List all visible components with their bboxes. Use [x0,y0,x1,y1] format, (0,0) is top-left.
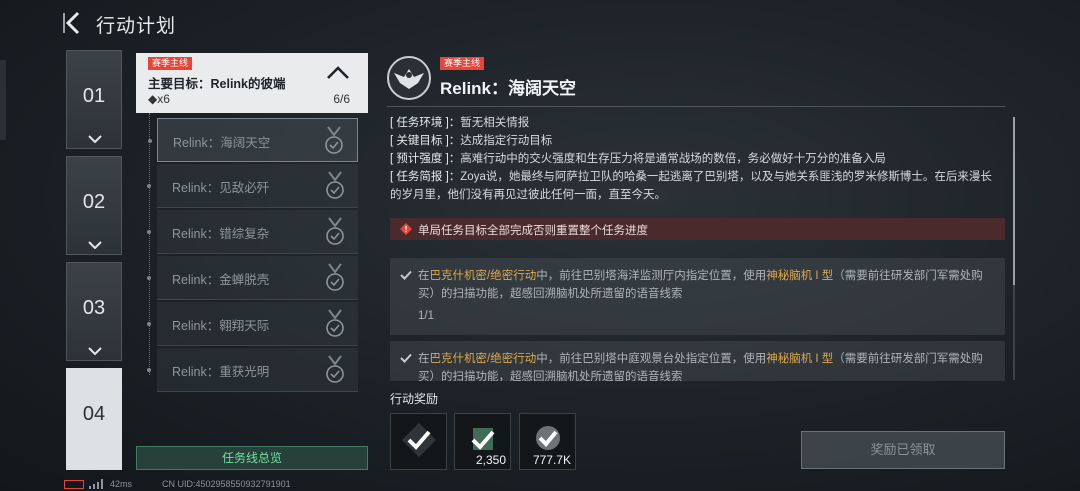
objective-highlight: 巴克什机密/绝密行动 [429,270,537,282]
info-value: 高难行动中的交火强度和生存压力将是通常战场的数倍，务必做好十万分的准备入局 [460,153,886,165]
tree-dot [147,322,151,326]
main-goal-reward: ◆x6 [148,92,170,106]
sub-mission-label: Relink：重获光明 [172,365,270,379]
medal-check-icon [326,309,344,337]
sub-mission-label: Relink：翱翔天际 [172,319,270,333]
chapter-number: 02 [82,191,106,213]
chapter-number: 04 [82,403,106,425]
sub-mission-item[interactable]: Relink：海阔天空 [148,118,358,162]
info-key-target: [ 关键目标 ]：达成指定行动目标 [390,132,1000,150]
warning-banner: 单局任务目标全部完成否则重置整个任务进度 [390,218,1005,240]
medal-check-icon [326,217,344,245]
medal-check-icon [326,263,344,291]
chevron-up-icon[interactable] [326,66,350,80]
ping-text: 42ms [110,479,133,489]
info-value: Zoya说，她最终与阿萨拉卫队的哈桑一起逃离了巴别塔，以及与她关系匪浅的罗米修斯… [390,171,992,201]
info-key: [ 关键目标 ]： [390,135,461,147]
reward-item[interactable]: 2,350 [454,413,511,470]
info-intensity: [ 预计强度 ]：高难行动中的交火强度和生存压力将是通常战场的数倍，务必做好十万… [390,150,1000,168]
sub-mission-label: Relink：金蝉脱壳 [172,273,270,287]
back-arrow-icon[interactable] [62,10,84,36]
chapter-tab-04[interactable]: 04 [66,368,122,470]
season-badge: 赛季主线 [148,57,193,70]
warning-text: 单局任务目标全部完成否则重置整个任务进度 [418,225,648,237]
sub-mission-item[interactable]: Relink：见敌必歼 [147,164,358,208]
objective-text-part: 中，前往巴别塔海洋监测厅内指定位置，使用 [536,270,767,282]
objective-item: 在巴克什机密/绝密行动中，前往巴别塔中庭观景台处指定位置，使用神秘脑机 I 型（… [390,341,1005,381]
mission-line-overview-button[interactable]: 任务线总览 [136,446,368,470]
chapter-tab-01[interactable]: 01 [66,50,122,149]
sub-mission-label: Relink：海阔天空 [173,136,271,150]
tree-dot [147,368,151,372]
reward-badge-check-icon [402,423,436,457]
scrollbar-thumb[interactable] [1013,117,1015,285]
check-icon [400,353,412,363]
sub-mission-item[interactable]: Relink：重获光明 [147,348,358,392]
reward-quantity: 2,350 [475,453,506,467]
uid-text: CN UID:4502958550932791901 [162,479,291,489]
objective-highlight: 神秘脑机 I 型 [766,353,834,365]
objective-text-part: 在 [418,353,430,365]
sub-mission-item[interactable]: Relink：错综复杂 [147,210,358,254]
reward-item[interactable] [390,413,447,470]
chevron-down-icon [88,347,102,355]
chapter-tab-02[interactable]: 02 [66,156,122,255]
main-goal-progress: 6/6 [333,92,350,106]
info-key: [ 任务简报 ]： [390,171,461,183]
main-goal-title: 主要目标：Relink的彼端 [148,77,286,91]
info-value: 达成指定行动目标 [460,135,553,147]
objective-text: 在巴克什机密/绝密行动中，前往巴别塔中庭观景台处指定位置，使用神秘脑机 I 型（… [418,350,993,381]
objective-highlight: 神秘脑机 I 型 [766,270,834,282]
chevron-down-icon [88,135,102,143]
reward-item[interactable]: 777.7K [519,413,576,470]
medal-check-icon [325,126,343,154]
sub-mission-item[interactable]: Relink：金蝉脱壳 [147,256,358,300]
sub-mission-label: Relink：见敌必歼 [172,181,270,195]
check-icon [400,270,412,280]
tree-dot [147,230,151,234]
objective-text-part: 在 [418,270,430,282]
chapter-number: 03 [82,297,106,319]
edge-decoration [0,60,6,140]
page-title: 行动计划 [96,16,177,37]
info-value: 暂无相关情报 [460,117,530,129]
tree-dot [147,184,151,188]
objective-text: 在巴克什机密/绝密行动中，前往巴别塔海洋监测厅内指定位置，使用神秘脑机 I 型（… [418,267,993,303]
info-briefing: [ 任务简报 ]：Zoya说，她最终与阿萨拉卫队的哈桑一起逃离了巴别塔，以及与她… [390,168,1000,204]
sub-mission-label: Relink：错综复杂 [172,227,270,241]
warning-icon [400,223,412,235]
battery-icon [64,480,84,489]
objective-count: 1/1 [418,310,434,322]
info-environment: [ 任务环境 ]：暂无相关情报 [390,114,1000,132]
divider [387,106,1005,107]
tree-dot [147,276,151,280]
info-key: [ 任务环境 ]： [390,117,461,129]
medal-check-icon [326,355,344,383]
reward-claimed-button[interactable]: 奖励已领取 [801,431,1005,469]
tree-dot [148,139,152,143]
signal-icon [89,479,103,489]
eagle-emblem-icon [387,56,431,100]
chapter-tab-03[interactable]: 03 [66,262,122,361]
season-badge: 赛季主线 [440,57,485,70]
medal-check-icon [326,171,344,199]
mission-title: Relink：海阔天空 [440,79,577,98]
objective-text-part: 中，前往巴别塔中庭观景台处指定位置，使用 [536,353,767,365]
info-key: [ 预计强度 ]： [390,153,461,165]
rewards-title: 行动奖励 [390,392,439,406]
tree-connector [149,113,151,375]
chevron-down-icon [88,241,102,249]
sub-mission-item[interactable]: Relink：翱翔天际 [147,302,358,346]
mission-info: [ 任务环境 ]：暂无相关情报 [ 关键目标 ]：达成指定行动目标 [ 预计强度… [390,114,1000,204]
main-goal-card[interactable]: 赛季主线 主要目标：Relink的彼端 ◆x6 6/6 [136,53,368,113]
chapter-number: 01 [82,85,106,107]
objective-item: 在巴克什机密/绝密行动中，前往巴别塔海洋监测厅内指定位置，使用神秘脑机 I 型（… [390,258,1005,335]
objective-highlight: 巴克什机密/绝密行动 [429,353,537,365]
reward-quantity: 777.7K [532,453,571,467]
